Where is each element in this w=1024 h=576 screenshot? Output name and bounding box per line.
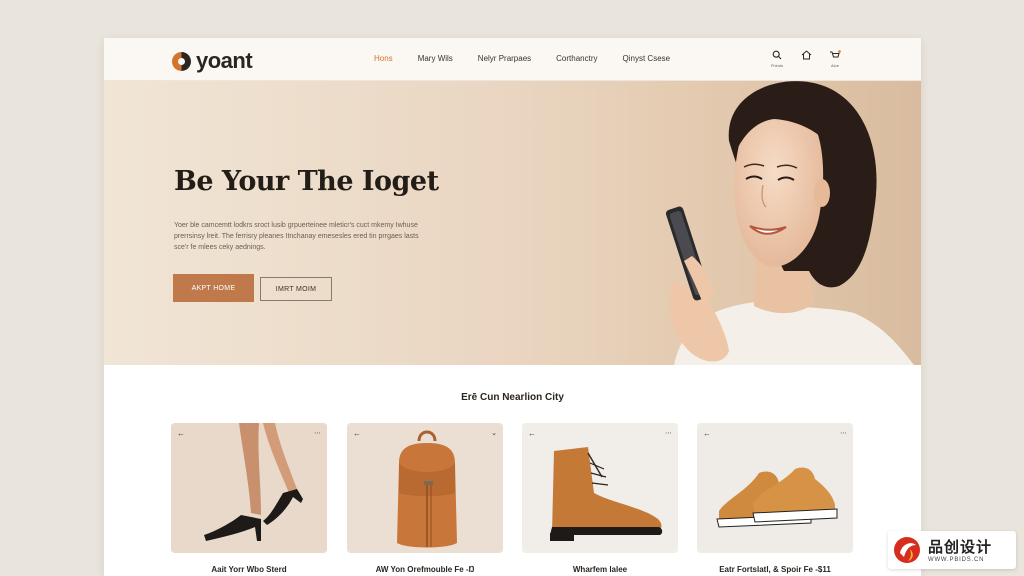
home-button[interactable] bbox=[794, 50, 818, 68]
search-icon bbox=[765, 50, 789, 62]
product-card-2[interactable]: ← ⌄ bbox=[347, 423, 503, 553]
product-card-4[interactable]: ← ⋯ bbox=[697, 423, 853, 553]
product-image-heels bbox=[171, 423, 327, 553]
cart-caption: Aloe bbox=[830, 63, 839, 68]
search-button[interactable]: Fhlnds bbox=[765, 50, 789, 68]
primary-cta-button[interactable]: AKPT HOME bbox=[173, 274, 254, 302]
product-name-3[interactable]: Wharfem lalee bbox=[522, 565, 678, 574]
home-icon bbox=[794, 50, 818, 62]
collection-title: Erē Cun Nearlion City bbox=[461, 392, 564, 403]
product-image-backpack bbox=[347, 423, 503, 553]
brand-name: yoant bbox=[196, 48, 253, 73]
watermark-url: WWW.PBIDS.CN bbox=[928, 557, 985, 563]
nav-item-5[interactable]: Qinyst Csese bbox=[623, 54, 671, 63]
hero-photo bbox=[444, 81, 921, 365]
watermark-badge: 品创设计 WWW.PBIDS.CN bbox=[888, 531, 1016, 569]
browser-page: yoant Hons Mary Wils Nelyr Prarpaes Cort… bbox=[104, 38, 921, 576]
secondary-cta-button[interactable]: IMRT MOIM bbox=[260, 277, 332, 301]
nav-item-home[interactable]: Hons bbox=[374, 54, 393, 63]
product-name-2[interactable]: AW Yon Orefmouble Fe -Ŋ bbox=[347, 565, 503, 574]
cart-icon bbox=[823, 50, 847, 62]
site-header: yoant Hons Mary Wils Nelyr Prarpaes Cort… bbox=[104, 38, 921, 81]
hero-description: Yoer ble camcemtt lodkrs sroct lusib grp… bbox=[174, 222, 419, 251]
brand-logo[interactable]: yoant bbox=[172, 48, 253, 74]
search-caption: Fhlnds bbox=[770, 63, 783, 68]
more-icon[interactable]: ⋯ bbox=[840, 429, 847, 437]
watermark-logo-icon bbox=[894, 537, 920, 563]
header-actions: Fhlnds Aloe bbox=[760, 50, 847, 68]
more-icon[interactable]: ⋯ bbox=[665, 429, 672, 437]
arrow-left-icon[interactable]: ← bbox=[177, 429, 185, 438]
more-icon[interactable]: ⋯ bbox=[314, 429, 321, 437]
product-image-sneakers bbox=[697, 423, 853, 553]
product-image-boot bbox=[522, 423, 678, 553]
product-card-1[interactable]: ← ⋯ bbox=[171, 423, 327, 553]
hero-title: Be Your The Ioget bbox=[174, 166, 439, 197]
arrow-left-icon[interactable]: ← bbox=[353, 429, 361, 438]
product-name-4[interactable]: Eatr Fortslatl, & Spoir Fe -$11 bbox=[697, 565, 853, 574]
cart-button[interactable]: Aloe bbox=[823, 50, 847, 68]
product-card-3[interactable]: ← ⋯ bbox=[522, 423, 678, 553]
product-name-1[interactable]: Aait Yorr Wbo Sterd bbox=[171, 565, 327, 574]
arrow-left-icon[interactable]: ← bbox=[703, 429, 711, 438]
watermark-text: 品创设计 bbox=[928, 539, 993, 556]
nav-item-4[interactable]: Corthanctry bbox=[556, 54, 597, 63]
nav-item-2[interactable]: Mary Wils bbox=[418, 54, 453, 63]
chevron-down-icon[interactable]: ⌄ bbox=[491, 429, 497, 437]
logo-icon bbox=[172, 51, 191, 71]
nav-item-3[interactable]: Nelyr Prarpaes bbox=[478, 54, 531, 63]
main-nav: Hons Mary Wils Nelyr Prarpaes Corthanctr… bbox=[374, 54, 695, 63]
arrow-left-icon[interactable]: ← bbox=[528, 429, 536, 438]
hero-banner: Be Your The Ioget Yoer ble camcemtt lodk… bbox=[104, 81, 921, 365]
